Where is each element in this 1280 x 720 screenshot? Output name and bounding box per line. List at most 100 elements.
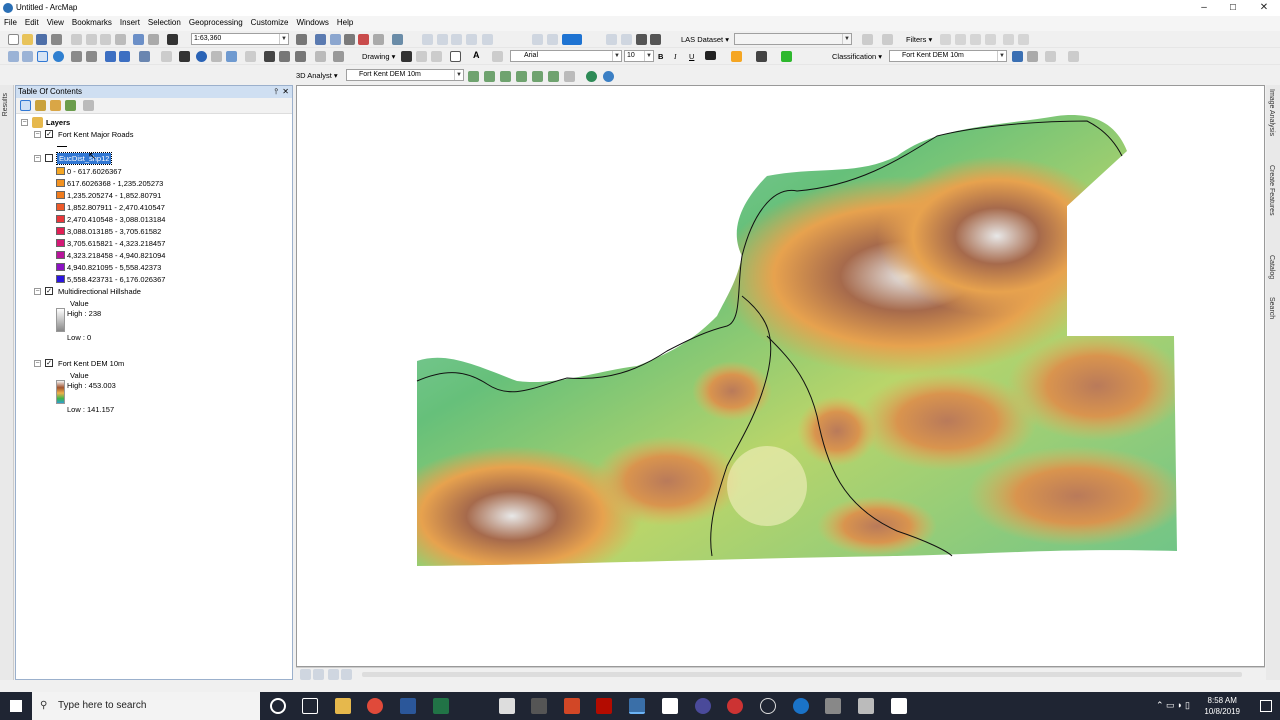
las-dataset-combo[interactable]: ▼ [734,33,852,45]
results-side-tab[interactable]: Results [0,85,14,680]
chrome-icon[interactable] [367,698,383,714]
collapse-layer-icon[interactable]: − [34,288,41,295]
fill-color-icon[interactable] [562,34,582,45]
catalog-window-icon[interactable] [330,34,341,45]
3d-analyst-menu[interactable]: 3D Analyst ▾ [296,71,338,80]
menu-insert[interactable]: Insert [116,16,144,27]
create-features-tab[interactable]: Create Features [1268,165,1275,216]
menu-help[interactable]: Help [333,16,357,27]
windows-start-icon[interactable] [10,700,22,712]
app-icon[interactable] [499,698,515,714]
undo-icon[interactable] [133,34,144,45]
layout-view-icon[interactable] [650,34,661,45]
paste-icon[interactable] [100,34,111,45]
redo-icon[interactable] [148,34,159,45]
menu-file[interactable]: File [0,16,21,27]
marker-color-icon[interactable] [781,51,792,62]
layer-multidirectional-hillshade[interactable]: Multidirectional Hillshade [58,287,141,296]
excel-icon[interactable] [433,698,449,714]
catalog-tab[interactable]: Catalog [1268,255,1275,279]
align-icon[interactable] [532,34,543,45]
close-button[interactable]: ✕ [1250,0,1278,16]
go-to-xy-icon[interactable] [295,51,306,62]
hyperlink-icon[interactable] [245,51,256,62]
refresh-icon[interactable] [328,669,339,680]
layout-tool-icon-4[interactable] [466,34,477,45]
arcmap-taskbar-icon[interactable] [629,698,645,714]
select-features-icon[interactable] [139,51,150,62]
measure-icon[interactable] [226,51,237,62]
image-analysis-tab[interactable]: Image Analysis [1268,89,1275,136]
layer-fort-kent-major-roads[interactable]: Fort Kent Major Roads [58,130,133,139]
forward-extent-icon[interactable] [119,51,130,62]
fixed-zoom-in-icon[interactable] [71,51,82,62]
menu-edit[interactable]: Edit [21,16,43,27]
notifications-icon[interactable] [1260,700,1272,712]
fixed-zoom-out-icon[interactable] [86,51,97,62]
maximize-button[interactable]: ☐ [1219,0,1247,16]
map-view[interactable] [296,85,1265,667]
underline-button[interactable]: U [689,52,694,61]
italic-button[interactable]: I [674,52,677,61]
layer-visibility-checkbox[interactable]: ✓ [45,359,53,367]
contour-icon[interactable] [468,71,479,82]
line-color-icon[interactable] [756,51,767,62]
powerpoint-icon[interactable] [564,698,580,714]
open-folder-icon[interactable] [22,34,33,45]
profile-icon-2[interactable] [1018,34,1029,45]
app-icon-7[interactable] [858,698,874,714]
layout-view-icon[interactable] [313,669,324,680]
cortana-icon[interactable] [270,698,286,714]
time-slider-icon[interactable] [315,51,326,62]
3d-analyst-layer-combo[interactable]: Fort Kent DEM 10m ▼ [346,69,464,81]
font-color-icon[interactable] [705,51,716,60]
app-icon-3[interactable] [727,698,743,714]
app-icon-5[interactable] [793,698,809,714]
menu-customize[interactable]: Customize [247,16,293,27]
viewer-icon[interactable] [333,51,344,62]
layout-tool-icon-5[interactable] [482,34,493,45]
fill-color-icon[interactable] [731,51,742,62]
layout-tool-icon-2[interactable] [437,34,448,45]
layers-root[interactable]: Layers [46,118,70,127]
filters-label[interactable]: Filters ▾ [906,35,932,44]
photos-icon[interactable] [891,698,907,714]
editor-icon[interactable] [296,34,307,45]
taskbar-search-box[interactable]: ⚲ Type here to search [32,692,260,720]
classify-table-icon[interactable] [1012,51,1023,62]
nav-forward-icon[interactable] [955,34,966,45]
list-by-visibility-icon[interactable] [50,100,61,111]
data-frame-icon[interactable] [636,34,647,45]
classification-menu[interactable]: Classification ▾ [832,52,882,61]
back-extent-icon[interactable] [105,51,116,62]
search-tab[interactable]: Search [1268,297,1275,319]
layer-visibility-checkbox[interactable]: ✓ [45,287,53,295]
arctoolbox-icon[interactable] [358,34,369,45]
profile-graph-icon[interactable] [564,71,575,82]
task-view-icon[interactable] [302,698,318,714]
drawing-menu[interactable]: Drawing ▾ [362,52,395,61]
copy-icon[interactable] [86,34,97,45]
print-icon[interactable] [51,34,62,45]
rectangle-icon[interactable] [450,51,461,62]
map-canvas[interactable] [297,86,1266,668]
collapse-layers-icon[interactable]: − [21,119,28,126]
list-by-selection-icon[interactable] [65,100,76,111]
classification-layer-combo[interactable]: Fort Kent DEM 10m ▼ [889,50,1007,62]
nav-down-icon[interactable] [985,34,996,45]
find-route-icon[interactable] [279,51,290,62]
pause-drawing-icon[interactable] [341,669,352,680]
layout-grid-icon[interactable] [621,34,632,45]
arcglobe-icon[interactable] [603,71,614,82]
zoom-whole-page-icon[interactable] [431,51,442,62]
profile-icon[interactable] [1003,34,1014,45]
select-elements-icon[interactable] [179,51,190,62]
pan-icon[interactable] [37,51,48,62]
list-by-drawing-order-icon[interactable] [20,100,31,111]
collapse-layer-icon[interactable]: − [34,131,41,138]
steepest-path-icon[interactable] [484,71,495,82]
map-scale-combo[interactable]: 1:63,360 ▼ [191,33,289,45]
results-tab-label[interactable]: Results [2,93,9,116]
toc-window-icon[interactable] [315,34,326,45]
nav-back-icon[interactable] [940,34,951,45]
